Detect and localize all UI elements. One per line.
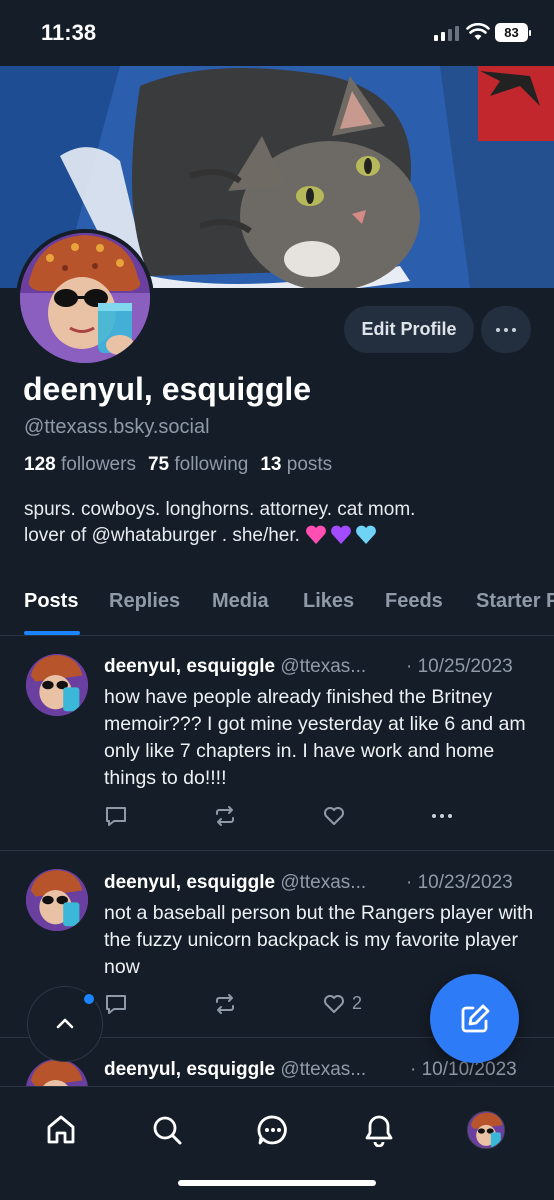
post-author-avatar[interactable]	[26, 654, 88, 716]
nav-chat[interactable]	[248, 1105, 298, 1155]
post-author-avatar[interactable]	[26, 1059, 88, 1086]
light-blue-heart-icon	[356, 525, 377, 544]
repost-icon[interactable]	[213, 992, 237, 1016]
ellipsis-icon	[496, 327, 516, 332]
post-header[interactable]: deenyul, esquiggle @ttexas...	[104, 656, 366, 678]
post-text: how have people already finished the Bri…	[104, 686, 526, 789]
chat-icon	[257, 1115, 287, 1145]
post-author-name[interactable]: deenyul, esquiggle	[104, 872, 275, 893]
cellular-signal-icon	[434, 25, 459, 41]
tab-feeds[interactable]: Feeds	[385, 590, 443, 613]
profile-handle: @ttexass.bsky.social	[24, 416, 210, 438]
home-icon	[47, 1115, 75, 1144]
hearts-emoji	[305, 525, 377, 545]
purple-heart-icon	[331, 525, 352, 544]
post-author-avatar[interactable]	[26, 869, 88, 931]
repost-icon[interactable]	[213, 804, 237, 828]
reply-icon[interactable]	[104, 804, 128, 828]
edit-profile-button[interactable]: Edit Profile	[344, 306, 474, 353]
battery-icon: 83	[495, 23, 531, 42]
bell-icon	[365, 1115, 393, 1147]
nav-notifications[interactable]	[354, 1105, 404, 1155]
new-posts-indicator	[82, 992, 96, 1006]
like-icon[interactable]	[322, 804, 346, 828]
posts-count: 13 posts	[260, 454, 333, 475]
post-header[interactable]: deenyul, esquiggle @ttexas...	[104, 1059, 366, 1081]
post-text: not a baseball person but the Rangers pl…	[104, 902, 534, 978]
bio-line-2: lover of @whataburger . she/her.	[24, 523, 534, 549]
status-bar: 11:38 83	[0, 0, 554, 66]
post-author-name[interactable]: deenyul, esquiggle	[104, 1059, 275, 1080]
more-options-button[interactable]	[481, 306, 531, 353]
clock: 11:38	[41, 20, 97, 45]
chevron-up-icon	[56, 1018, 74, 1029]
followers-link[interactable]: 128 followers	[24, 454, 136, 476]
post-author-name[interactable]: deenyul, esquiggle	[104, 656, 275, 677]
post-header[interactable]: deenyul, esquiggle @ttexas...	[104, 872, 366, 894]
reply-icon[interactable]	[104, 992, 128, 1016]
pink-heart-icon	[306, 525, 327, 544]
nav-profile[interactable]	[461, 1105, 511, 1155]
profile-tabs: Posts Replies Media Likes Feeds Starter …	[0, 578, 554, 636]
post-item[interactable]: deenyul, esquiggle @ttexas... · 10/25/20…	[0, 636, 554, 851]
tab-posts[interactable]: Posts	[24, 590, 78, 613]
post-date[interactable]: · 10/25/2023	[406, 656, 513, 678]
profile-bio: spurs. cowboys. longhorns. attorney. cat…	[24, 497, 534, 549]
post-date[interactable]: · 10/10/2023	[410, 1059, 517, 1081]
profile-avatar-small	[467, 1111, 505, 1149]
profile-display-name: deenyul, esquiggle	[23, 371, 312, 407]
tab-likes[interactable]: Likes	[303, 590, 354, 613]
search-icon	[153, 1116, 182, 1145]
nav-search[interactable]	[142, 1105, 192, 1155]
post-date[interactable]: · 10/23/2023	[406, 872, 513, 894]
like-icon[interactable]	[322, 992, 346, 1016]
home-indicator	[178, 1180, 376, 1186]
wifi-icon	[466, 23, 490, 40]
compose-post-button[interactable]	[430, 974, 519, 1063]
post-more-icon[interactable]	[432, 814, 452, 818]
bio-line-1: spurs. cowboys. longhorns. attorney. cat…	[24, 499, 416, 520]
tab-starter-packs[interactable]: Starter Packs	[476, 590, 554, 613]
post-author-handle[interactable]: @ttexas...	[280, 656, 366, 677]
post-author-handle[interactable]: @ttexas...	[280, 1059, 366, 1080]
profile-stats: 128 followers 75 following 13 posts	[24, 454, 332, 476]
nav-home[interactable]	[36, 1105, 86, 1155]
active-tab-indicator	[24, 631, 80, 635]
tab-replies[interactable]: Replies	[109, 590, 180, 613]
tab-media[interactable]: Media	[212, 590, 269, 613]
following-link[interactable]: 75 following	[148, 454, 248, 476]
like-count: 2	[352, 993, 363, 1013]
compose-icon	[461, 1004, 489, 1032]
profile-avatar[interactable]	[16, 229, 154, 367]
post-author-handle[interactable]: @ttexas...	[280, 872, 366, 893]
